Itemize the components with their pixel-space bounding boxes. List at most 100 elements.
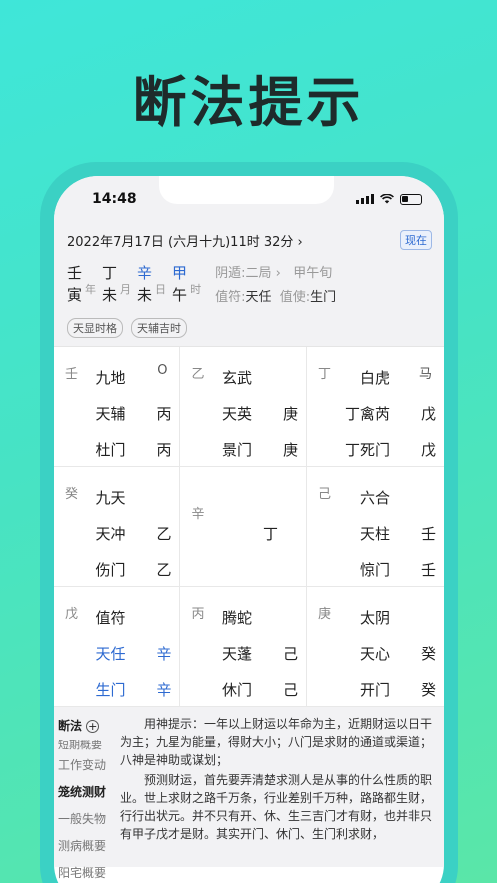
door: 生门 [95,680,126,699]
center-stem: 丁 [262,524,278,543]
door: 死门 [360,440,391,459]
palace-stem: 丁 [317,367,331,382]
zhishi-value: 生门 [310,290,337,305]
pillar-label: 月 [120,283,132,296]
hero-title: 断法提示 [132,71,365,134]
star: 天英 [221,404,252,423]
palace-cell-center[interactable]: 辛 丁 [180,467,307,587]
xun-text: 甲午旬 [293,266,333,281]
star: 禽芮 [360,404,391,423]
zhifu-value: 天任 [245,290,272,305]
star-stem: 丙 [156,404,172,423]
door: 惊门 [360,560,391,579]
ju-selector[interactable]: 阴遁:二局 › [215,266,281,281]
deity: 值符 [95,608,126,627]
ju-info: 阴遁:二局 › 甲午旬 值符:天任 值使:生门 [215,262,336,310]
star: 天柱 [360,524,391,543]
palace-stem: 辛 [191,507,205,522]
door: 开门 [360,680,391,699]
star-stem: 乙 [156,524,172,543]
pillar-branch: 寅 [67,286,83,304]
palace-cell[interactable]: 丁 马 白虎 丁禽芮戊 丁死门戊 [306,347,444,467]
analysis-text: 用神提示：一年以上财运以年命为主，近期财运以日干为主；九星为能量，得财大小；八门… [112,707,444,867]
palace-stem: 戊 [65,607,79,622]
sidebar-title: 断法 [58,719,83,733]
wifi-icon [380,194,394,204]
deity: 六合 [360,488,391,507]
deity: 太阴 [360,608,391,627]
palace-grid: 壬 O 九地 天辅丙 杜门丙 乙 玄武 天英庚 景门庚 丁 马 白虎 丁禽芮戊 … [54,346,444,707]
sidebar-header[interactable]: 断法 + [58,713,112,740]
palace-stem: 己 [317,487,331,502]
palace-stem: 壬 [65,367,79,382]
pillar-stem: 辛 [137,264,153,282]
palace-cell[interactable]: 戊 值符 天任辛 生门辛 [54,587,181,707]
date-selector[interactable]: 2022年7月17日 (六月十九)11时 32分 › [67,231,303,250]
deity: 白虎 [360,368,391,387]
palace-corner-mark: 马 [418,367,432,382]
pillar-branch: 未 [102,286,118,304]
pillar-label: 时 [190,283,202,296]
sidebar-item-active[interactable]: 笼统测财 [58,779,112,806]
palace-cell[interactable]: 丙 腾蛇 天蓬己 休门己 [180,587,307,707]
door-stem: 己 [282,680,298,699]
ju-text: 阴遁:二局 [215,266,272,281]
sidebar-item[interactable]: 测病概要 [58,833,112,860]
door: 休门 [221,680,252,699]
palace-cell[interactable]: 己 六合 天柱壬 惊门壬 [306,467,444,587]
star-stem: 庚 [282,404,298,423]
pillar-label: 年 [85,283,97,296]
door: 景门 [221,440,252,459]
tag-pattern[interactable]: 天辅吉时 [131,318,187,338]
year-pillar: 壬寅 年 [67,262,96,306]
zhifu-label: 值符: [215,290,246,305]
battery-icon [400,193,422,205]
zhishi-label: 值使: [279,290,311,305]
date-text: 2022年7月17日 (六月十九)11时 32分 [67,234,294,250]
door-stem: 戊 [420,440,436,459]
pillar-branch: 午 [172,286,188,304]
analysis-panel: 断法 + 短期概要 工作变动 笼统测财 一般失物 测病概要 阳宅概要 用神提示：… [54,707,444,880]
deity: 九天 [95,488,126,507]
app-screen: 14:48 2022年7月17日 (六月十九)11时 32分 › 现在 壬寅 年… [54,176,444,883]
palace-cell[interactable]: 庚 太阴 天心癸 开门癸 [306,587,444,707]
palace-stem: 乙 [191,367,205,382]
star: 天蓬 [221,644,252,663]
star-stem: 壬 [420,524,436,543]
pillar-label: 日 [155,283,167,296]
chevron-right-icon: › [297,234,303,250]
signal-icon [356,194,374,204]
pillar-stem: 壬 [67,264,83,282]
star-stem: 辛 [156,644,172,663]
pillar-stem: 甲 [172,264,188,282]
sidebar-item[interactable]: 工作变动 [58,752,112,779]
topic-sidebar: 断法 + 短期概要 工作变动 笼统测财 一般失物 测病概要 阳宅概要 [54,707,112,880]
palace-cell[interactable]: 乙 玄武 天英庚 景门庚 [180,347,307,467]
month-pillar: 丁未 月 [102,262,131,306]
deity: 玄武 [221,368,252,387]
pillar-stem: 丁 [102,264,118,282]
chart-header: 2022年7月17日 (六月十九)11时 32分 › 现在 壬寅 年 丁未 月 … [54,222,444,346]
palace-stem: 丙 [191,607,205,622]
sidebar-item[interactable]: 一般失物 [58,806,112,833]
hour-pillar: 甲午 时 [172,262,201,306]
now-button[interactable]: 现在 [400,230,432,250]
notch [159,176,334,204]
paragraph: 预测财运，首先要弄清楚求测人是从事的什么性质的职业。世上求财之路千万条，行业差别… [120,773,433,841]
palace-stem: 庚 [317,607,331,622]
palace-cell[interactable]: 癸 九天 天冲乙 伤门乙 [54,467,181,587]
chevron-right-icon: › [275,266,281,281]
sidebar-item[interactable]: 阳宅概要 [58,860,112,883]
extra-stem: 丁 [344,404,360,423]
star: 天心 [360,644,391,663]
door-stem: 丙 [156,440,172,459]
deity: 腾蛇 [221,608,252,627]
sidebar-item[interactable]: 短期概要 [58,740,112,752]
plus-circle-icon[interactable]: + [86,720,100,733]
door-stem: 癸 [420,680,436,699]
tag-pattern[interactable]: 天显时格 [67,318,123,338]
door-stem: 乙 [156,560,172,579]
paragraph: 用神提示：一年以上财运以年命为主，近期财运以日干为主；九星为能量，得财大小；八门… [120,717,433,767]
star: 天任 [95,644,126,663]
palace-cell[interactable]: 壬 O 九地 天辅丙 杜门丙 [54,347,181,467]
